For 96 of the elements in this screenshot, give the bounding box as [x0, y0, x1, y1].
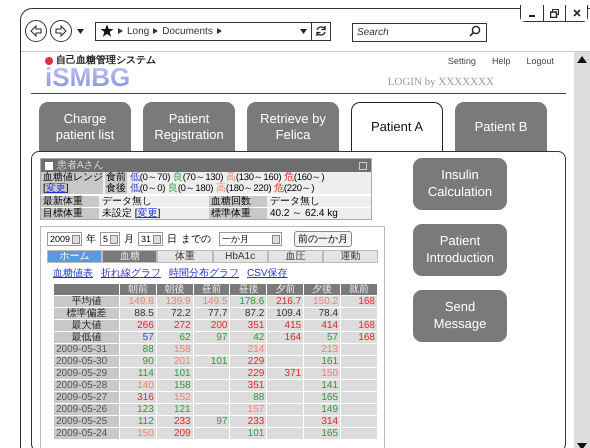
- column-header: 朝後: [156, 284, 194, 296]
- tab[interactable]: Patient B: [455, 102, 547, 152]
- scrollbar[interactable]: [574, 52, 590, 448]
- row-label: 2009-05-25: [54, 416, 120, 428]
- column-header: 昼後: [230, 284, 267, 296]
- tab[interactable]: Retrieve by Felica: [247, 102, 339, 152]
- chevron-icon: [153, 28, 158, 34]
- change-link[interactable]: 変更: [138, 208, 158, 219]
- row-label: 2009-05-29: [54, 368, 120, 380]
- range-text: 危(220～): [274, 183, 314, 194]
- period-select[interactable]: 一か月: [219, 232, 282, 246]
- scroll-down-icon[interactable]: [577, 443, 587, 448]
- forward-button[interactable]: [50, 20, 72, 42]
- day-select[interactable]: 31: [138, 232, 164, 246]
- patient-name: 患者Aさん: [57, 160, 104, 171]
- range-text: 良(70～130): [173, 172, 224, 183]
- range-text: 高(130～160): [226, 172, 282, 183]
- change-link[interactable]: 変更: [46, 183, 66, 194]
- unit-label: 日: [167, 233, 178, 246]
- breadcrumb-item[interactable]: Documents: [162, 26, 213, 36]
- search-icon[interactable]: [469, 25, 481, 37]
- row-label: 2009-05-28: [54, 380, 120, 392]
- close-button[interactable]: [565, 5, 587, 21]
- row-label: 2009-05-30: [54, 356, 120, 368]
- header-link[interactable]: Setting: [448, 56, 476, 66]
- info-label: 最新体重: [41, 196, 99, 207]
- meal-label: 食前: [105, 172, 127, 183]
- unit-label: 年: [86, 233, 96, 246]
- range-label: 血糖値レンジ: [43, 172, 101, 183]
- previous-month-button[interactable]: 前の一か月: [294, 231, 352, 247]
- until-label: までの: [181, 233, 212, 246]
- header-link[interactable]: Help: [492, 56, 510, 66]
- checkbox-icon: [45, 162, 53, 170]
- action-button[interactable]: Patient Introduction: [413, 224, 507, 276]
- range-text: 低(0～70): [130, 172, 170, 183]
- tab[interactable]: Charge patient list: [39, 102, 131, 152]
- search-field[interactable]: Search: [352, 22, 487, 42]
- range-text: 低(0～0): [130, 183, 166, 194]
- unit-label: 月: [124, 233, 134, 246]
- refresh-icon[interactable]: [315, 25, 327, 37]
- year-select[interactable]: 2009: [47, 232, 82, 246]
- info-value: 未設定 [変更]: [101, 208, 162, 219]
- row-label: 平均値: [54, 296, 120, 308]
- caret-icon[interactable]: [300, 28, 307, 34]
- row-label: 最低値: [54, 332, 120, 344]
- view-link[interactable]: CSV保存: [247, 266, 288, 280]
- info-value: データ無し: [269, 196, 321, 207]
- view-link[interactable]: 血糖値表: [53, 266, 93, 280]
- back-button[interactable]: [25, 20, 47, 42]
- app-subtitle: 自己血糖管理システム: [56, 56, 156, 66]
- row-label: 2009-05-27: [54, 392, 120, 404]
- sub-tab[interactable]: 血糖: [102, 250, 158, 263]
- info-value: 40.2 ～ 62.4 kg: [269, 208, 339, 219]
- sub-tab[interactable]: 体重: [157, 250, 213, 263]
- sub-tab[interactable]: 運動: [322, 250, 378, 263]
- tab[interactable]: Patient Registration: [143, 102, 235, 152]
- view-link[interactable]: 時間分布グラフ: [169, 266, 239, 280]
- sub-tab[interactable]: 血圧: [268, 250, 323, 263]
- info-label: 血糖回数: [209, 196, 267, 207]
- range-text: 良(0～180): [168, 183, 214, 194]
- column-header: 夕後: [304, 284, 341, 296]
- range-text: 危(160～): [284, 172, 324, 183]
- tab[interactable]: Patient A: [351, 102, 443, 152]
- address-bar[interactable]: Long Documents: [95, 22, 331, 40]
- login-info: LOGIN by XXXXXXX: [388, 76, 494, 88]
- info-value: データ無し: [101, 196, 153, 207]
- star-icon: [100, 24, 114, 38]
- back-arrow-icon: [30, 25, 42, 37]
- forward-arrow-icon: [55, 25, 67, 37]
- scroll-up-icon[interactable]: [577, 56, 587, 63]
- action-button[interactable]: Insulin Calculation: [413, 158, 507, 210]
- row-label: 2009-05-31: [54, 344, 120, 356]
- logo-dot-icon: [45, 57, 53, 65]
- view-link[interactable]: 折れ線グラフ: [101, 266, 161, 280]
- action-button[interactable]: Send Message: [413, 290, 507, 342]
- caret-icon[interactable]: [77, 28, 84, 34]
- row-label: 2009-05-26: [54, 404, 120, 416]
- month-select[interactable]: 5: [100, 232, 120, 246]
- info-label: 目標体重: [41, 208, 99, 219]
- range-text: 高(180～220): [216, 183, 272, 194]
- header-link[interactable]: Logout: [526, 56, 554, 66]
- breadcrumb-item[interactable]: Long: [127, 26, 150, 36]
- row-label: 最大値: [54, 320, 120, 332]
- row-label: 2009-05-24: [54, 428, 120, 440]
- chevron-icon: [118, 28, 123, 34]
- range-change-text: [変更]: [43, 183, 70, 194]
- column-header: 昼前: [193, 284, 230, 296]
- row-label: 標準偏差: [54, 308, 120, 320]
- meal-label: 食後: [105, 183, 127, 194]
- restore-icon: [550, 8, 559, 18]
- column-header: 就前: [340, 284, 378, 296]
- column-header: 夕前: [266, 284, 304, 296]
- column-header: 朝前: [119, 284, 156, 296]
- chevron-icon: [216, 28, 222, 34]
- info-label: 標準体重: [209, 208, 267, 219]
- sub-tab[interactable]: HbA1c: [212, 250, 268, 263]
